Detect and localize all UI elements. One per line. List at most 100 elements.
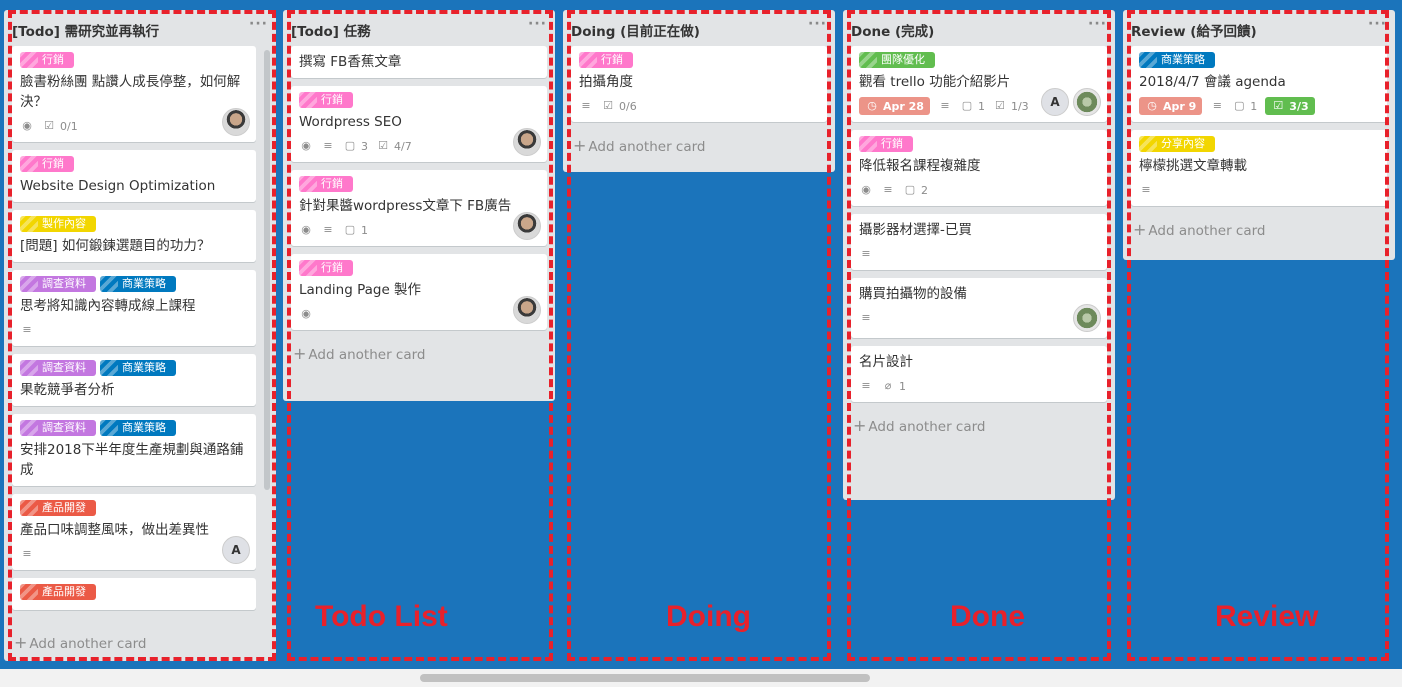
card-label[interactable]: 行銷 [299, 176, 353, 192]
list-menu-icon[interactable]: ··· [1368, 16, 1387, 32]
card-label[interactable]: 產品開發 [20, 500, 96, 516]
card[interactable]: 產品開發產品口味調整風味，做出差異性 ≡ A [12, 494, 256, 570]
card-title: 攝影器材選擇-已買 [859, 222, 972, 238]
list-menu-icon[interactable]: ··· [808, 16, 827, 32]
avatar[interactable] [513, 128, 541, 156]
card[interactable]: 行銷 Landing Page 製作 ◉ [291, 254, 547, 330]
card-label[interactable]: 團隊優化 [859, 52, 935, 68]
card-title: 產品口味調整風味，做出差異性 [20, 522, 209, 538]
card[interactable]: 名片設計 ≡ ⌀ 1 [851, 346, 1107, 402]
avatar[interactable] [222, 108, 250, 136]
card-badges: ≡ ☑ 0/6 [579, 96, 819, 116]
list-title[interactable]: Doing (目前正在做) [571, 24, 700, 40]
card-title: 思考將知識內容轉成線上課程 [20, 298, 196, 314]
card-label[interactable]: 行銷 [299, 92, 353, 108]
card[interactable]: 撰寫 FB香蕉文章 [291, 46, 547, 78]
plus-icon: + [1133, 220, 1147, 239]
badge-text: 1 [361, 223, 368, 237]
list-menu-icon[interactable]: ··· [528, 16, 547, 32]
card-members [513, 296, 541, 324]
list-title[interactable]: Done (完成) [851, 24, 934, 40]
card-label[interactable]: 行銷 [20, 156, 74, 172]
card-label[interactable]: 調查資料 [20, 276, 96, 292]
card-title: 臉書粉絲團 點讚人成長停整，如何解決？ [20, 74, 241, 110]
attachment-icon: ⌀ [884, 379, 892, 392]
list-title[interactable]: [Todo] 需研究並再執行 [12, 24, 159, 40]
avatar-initial[interactable]: A [1041, 88, 1069, 116]
list-header[interactable]: Doing (目前正在做) ··· [563, 10, 835, 46]
card-labels: 行銷 [859, 136, 1099, 152]
card-label[interactable]: 商業策略 [100, 360, 176, 376]
add-card-button[interactable]: + Add another card [843, 410, 1115, 440]
card-label[interactable]: 分享內容 [1139, 136, 1215, 152]
card-labels: 商業策略 [1139, 52, 1379, 68]
list-3: Done (完成) ··· 團隊優化 觀看 trello 功能介紹影片 ◷ Apr 28 ≡… [843, 10, 1115, 500]
card-title: 購買拍攝物的設備 [859, 286, 967, 302]
add-card-button[interactable]: + Add another card [563, 130, 835, 160]
card[interactable]: 團隊優化 觀看 trello 功能介紹影片 ◷ Apr 28 ≡ ▢ 1 ☑ 1/3 A [851, 46, 1107, 122]
list-header[interactable]: Review (給予回饋) ··· [1123, 10, 1395, 46]
list-title[interactable]: [Todo] 任務 [291, 24, 371, 40]
list-scrollbar[interactable] [264, 50, 270, 490]
card-label[interactable]: 行銷 [859, 136, 913, 152]
card[interactable]: 調查資料 商業策略 果乾競爭者分析 [12, 354, 256, 406]
badge-text: 3/3 [1289, 99, 1309, 113]
add-card-button[interactable]: + Add another card [1123, 214, 1395, 244]
card-label[interactable]: 行銷 [579, 52, 633, 68]
list-header[interactable]: [Todo] 任務 ··· [283, 10, 555, 46]
card[interactable]: 商業策略 2018/4/7 會議 agenda ◷ Apr 9 ≡ ▢ 1 ☑ 3/3 [1131, 46, 1387, 122]
add-card-button[interactable]: + Add another card [4, 627, 157, 657]
horizontal-scrollbar[interactable] [0, 669, 1402, 687]
avatar-initial[interactable]: A [222, 536, 250, 564]
card[interactable]: 行銷 Wordpress SEO ◉ ≡ ▢ 3 ☑ 4/7 [291, 86, 547, 162]
list-header[interactable]: Done (完成) ··· [843, 10, 1115, 46]
card-label[interactable]: 商業策略 [100, 276, 176, 292]
card[interactable]: 調查資料 商業策略 安排2018下半年度生產規劃與通路鋪成 [12, 414, 256, 486]
card-title: Website Design Optimization [20, 178, 216, 194]
list-menu-icon[interactable]: ··· [1088, 16, 1107, 32]
card-label[interactable]: 製作內容 [20, 216, 96, 232]
card[interactable]: 行銷 臉書粉絲團 點讚人成長停整，如何解決？ ◉ ☑ 0/1 [12, 46, 256, 142]
clock-icon: ◷ [1147, 99, 1157, 112]
card[interactable]: 行銷 Website Design Optimization [12, 150, 256, 202]
badge-comment: ▢ 1 [1232, 99, 1257, 113]
card-badges: ≡ [20, 544, 248, 564]
card-label[interactable]: 行銷 [299, 260, 353, 276]
list-header[interactable]: [Todo] 需研究並再執行 ··· [4, 10, 276, 46]
card-label[interactable]: 行銷 [20, 52, 74, 68]
add-card-button[interactable]: + Add another card [283, 338, 555, 368]
plus-icon: + [293, 344, 307, 363]
card-label[interactable]: 調查資料 [20, 420, 96, 436]
avatar[interactable] [1073, 88, 1101, 116]
badge-text: 1 [977, 99, 985, 113]
card[interactable]: 產品開發 [12, 578, 256, 610]
card[interactable]: 攝影器材選擇-已買 ≡ [851, 214, 1107, 270]
card[interactable]: 行銷 降低報名課程複雜度 ◉ ≡ ▢ 2 [851, 130, 1107, 206]
card-label[interactable]: 商業策略 [100, 420, 176, 436]
avatar[interactable] [513, 212, 541, 240]
avatar[interactable] [1073, 304, 1101, 332]
card[interactable]: 行銷 針對果醬wordpress文章下 FB廣告 ◉ ≡ ▢ 1 [291, 170, 547, 246]
avatar[interactable] [513, 296, 541, 324]
badge-description: ≡ [1210, 99, 1224, 113]
badge-checklist: ☑ 1/3 [993, 99, 1029, 113]
card-members: A [1041, 88, 1101, 116]
list-title[interactable]: Review (給予回饋) [1131, 24, 1257, 40]
card[interactable]: 購買拍攝物的設備 ≡ [851, 278, 1107, 338]
card[interactable]: 分享內容 檸檬挑選文章轉載 ≡ [1131, 130, 1387, 206]
card[interactable]: 調查資料 商業策略 思考將知識內容轉成線上課程 ≡ [12, 270, 256, 346]
card[interactable]: 行銷拍攝角度 ≡ ☑ 0/6 [571, 46, 827, 122]
card-label[interactable]: 產品開發 [20, 584, 96, 600]
card-title: 拍攝角度 [579, 74, 633, 90]
card-badges: ≡ [859, 308, 1099, 328]
card-label[interactable]: 商業策略 [1139, 52, 1215, 68]
card-badges: ◉ ≡ ▢ 2 [859, 180, 1099, 200]
horizontal-scrollbar-thumb[interactable] [420, 674, 870, 682]
list-0: [Todo] 需研究並再執行 ··· 行銷 臉書粉絲團 點讚人成長停整，如何解決？ ◉ ☑… [4, 10, 276, 661]
add-card-label: Add another card [308, 347, 426, 363]
card[interactable]: 製作內容 [問題] 如何鍛鍊選題目的功力？ [12, 210, 256, 262]
card-label[interactable]: 調查資料 [20, 360, 96, 376]
description-icon: ≡ [861, 311, 871, 324]
list-menu-icon[interactable]: ··· [249, 16, 268, 32]
card-badges: ◉ ≡ ▢ 3 ☑ 4/7 [299, 136, 539, 156]
